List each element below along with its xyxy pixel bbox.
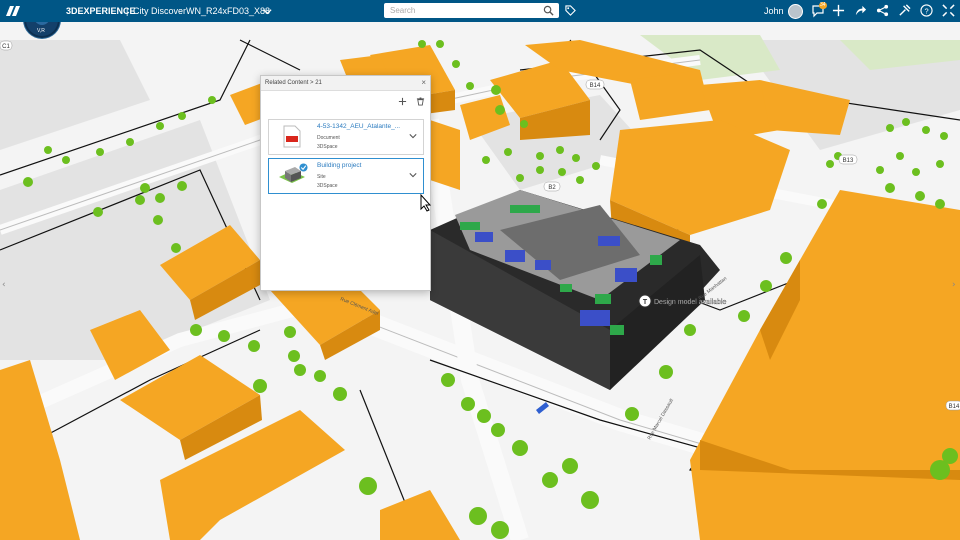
tooltip-icon-letter: T	[643, 299, 648, 306]
item-source: 3DSpace	[317, 144, 338, 150]
notification-badge: 34	[819, 2, 827, 9]
user-name[interactable]: John	[764, 0, 784, 22]
road-label-b14: B14	[590, 83, 601, 89]
plus-icon[interactable]	[398, 97, 407, 106]
road-label-c1: C1	[2, 44, 10, 50]
pdf-icon	[283, 125, 301, 148]
item-type: Document	[317, 135, 340, 141]
top-bar: 3DEXPERIENCE | City Discover - WN_R24xFD…	[0, 0, 960, 22]
tools-icon[interactable]	[898, 4, 911, 17]
cursor-icon	[420, 194, 432, 212]
right-scroll-arrow[interactable]: ›	[952, 280, 956, 290]
item-source: 3DSpace	[317, 183, 338, 189]
related-item-site[interactable]: Building project Site 3DSpace	[268, 158, 424, 194]
document-title[interactable]: WN_R24xFD03_X88	[186, 0, 270, 22]
related-item-document[interactable]: 4-53-1342_AEU_Atalante_... Document 3DSp…	[268, 119, 424, 155]
road-label-b13: B13	[843, 158, 854, 164]
share-icon[interactable]	[854, 4, 867, 17]
panel-header: Related Content > 21 ×	[261, 76, 430, 91]
left-scroll-arrow[interactable]: ‹	[2, 280, 6, 290]
collapse-icon[interactable]	[942, 4, 955, 17]
item-type: Site	[317, 174, 326, 180]
help-icon[interactable]: ?	[920, 4, 933, 17]
trash-icon[interactable]	[416, 97, 425, 106]
svg-text:?: ?	[924, 6, 928, 15]
item-title[interactable]: 4-53-1342_AEU_Atalante_...	[317, 123, 400, 130]
chevron-down-icon[interactable]	[409, 132, 417, 140]
title-dash: -	[179, 6, 182, 16]
chevron-down-icon[interactable]	[263, 7, 272, 16]
compass-vr-label: V,R	[37, 28, 45, 34]
ds-logo-icon[interactable]	[5, 4, 21, 18]
panel-title: Related Content > 21	[265, 80, 322, 86]
check-icon	[299, 163, 308, 172]
related-content-panel: Related Content > 21 × 4-53-1342_AEU_Ata…	[260, 75, 431, 291]
road-label-b14-2: B14	[949, 404, 960, 410]
chevron-down-icon[interactable]	[409, 171, 417, 179]
city-3d-viewport[interactable]: C1 B14 B13 B2 B14 Rue Clément Ader Rue M…	[0, 22, 960, 540]
close-icon[interactable]: ×	[421, 78, 426, 87]
search-icon[interactable]	[543, 5, 554, 16]
avatar[interactable]	[788, 4, 803, 19]
network-icon[interactable]	[876, 4, 889, 17]
search-input[interactable]	[384, 3, 559, 18]
plus-icon[interactable]	[832, 4, 845, 17]
road-label-b2: B2	[548, 185, 556, 191]
item-title[interactable]: Building project	[317, 162, 361, 169]
tooltip-text: Design model available	[654, 299, 726, 306]
tag-icon[interactable]	[565, 5, 576, 16]
title-separator: |	[126, 6, 129, 16]
